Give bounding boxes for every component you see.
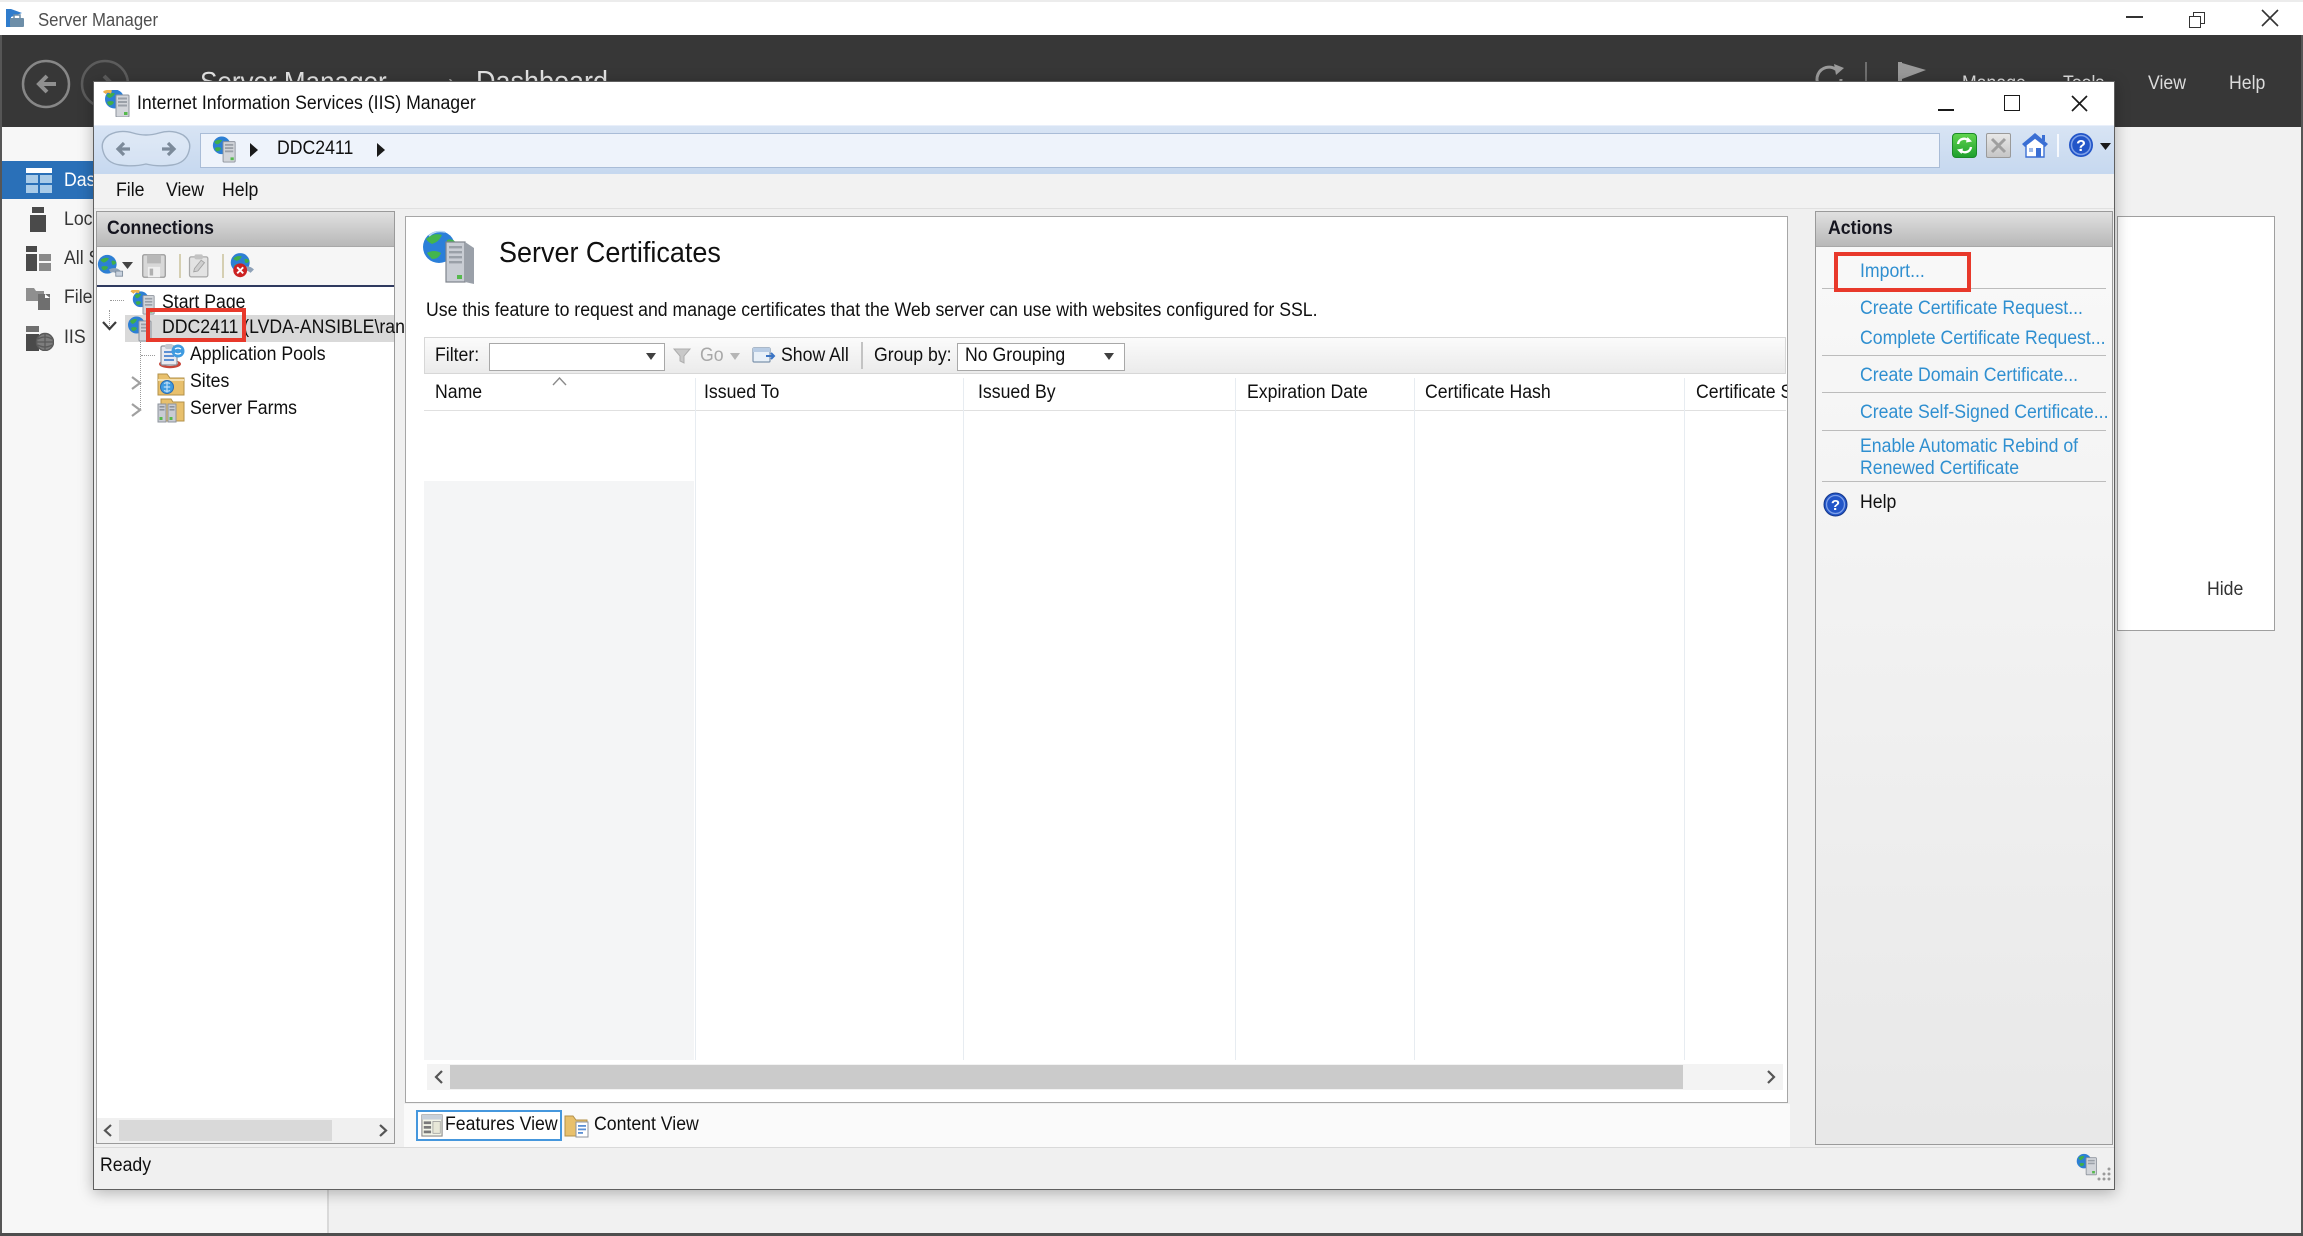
svg-text:?: ? [2076,138,2086,155]
svg-text:?: ? [1831,497,1840,514]
